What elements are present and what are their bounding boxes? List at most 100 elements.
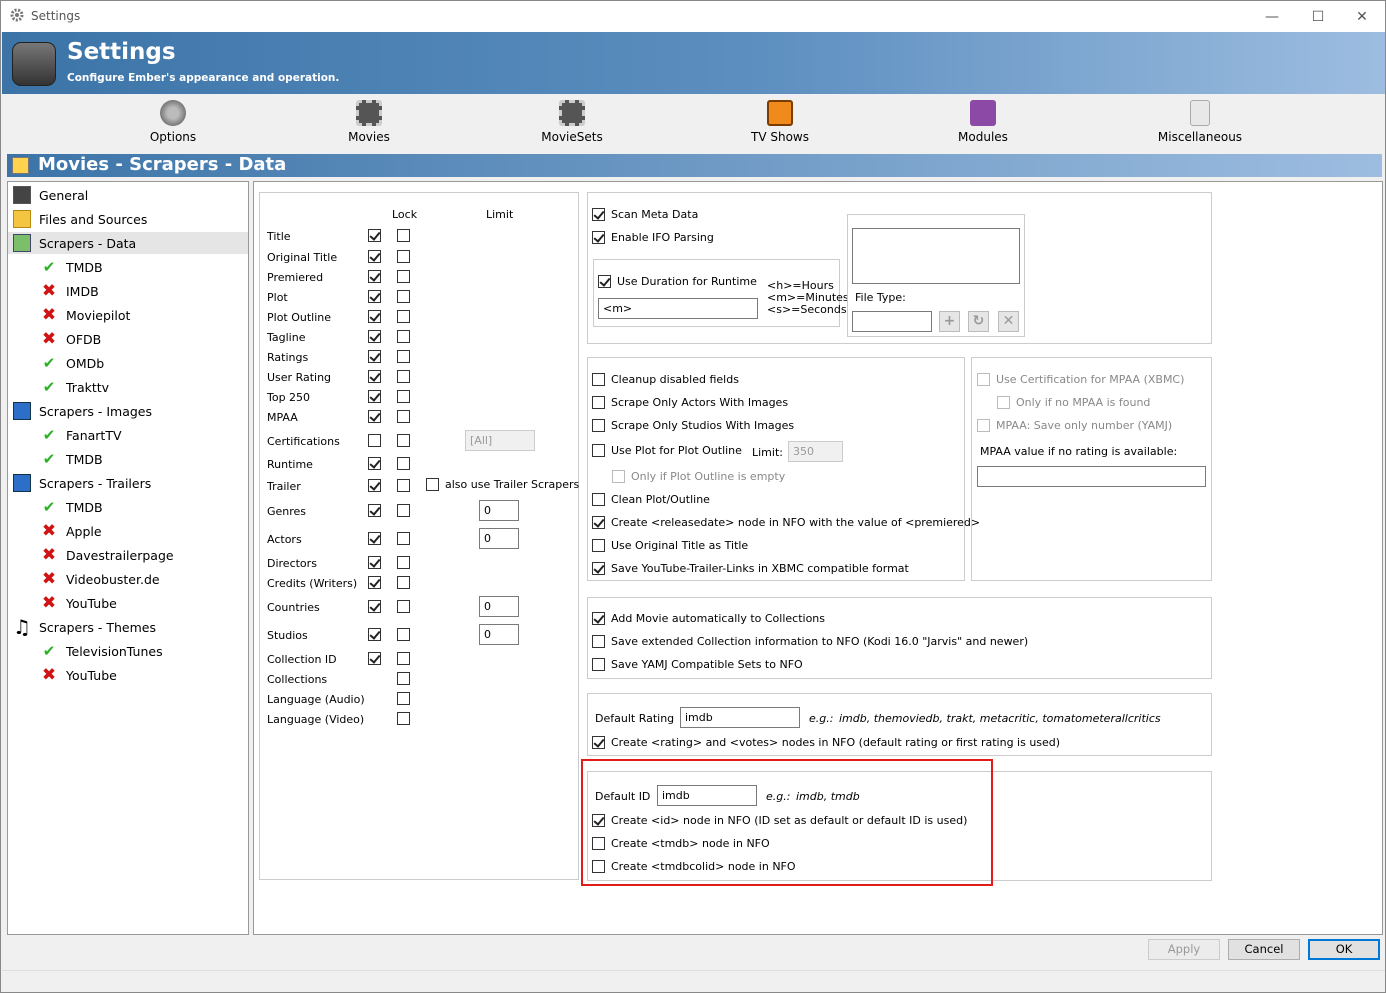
tree-item[interactable]: ✖ Apple [8, 520, 248, 542]
field-lock-checkbox[interactable] [397, 457, 410, 470]
field-lock-checkbox[interactable] [397, 576, 410, 589]
filetype-list[interactable] [852, 228, 1020, 284]
tree-item[interactable]: ✖ OFDB [8, 328, 248, 350]
tree-item[interactable]: ✖ Videobuster.de [8, 568, 248, 590]
collection-option-checkbox[interactable] [592, 635, 605, 648]
field-enabled-checkbox[interactable] [368, 390, 381, 403]
minimize-button[interactable]: — [1249, 1, 1295, 32]
collection-option-checkbox[interactable] [592, 612, 605, 625]
tree-item[interactable]: Scrapers - Data [8, 232, 248, 254]
toolbar-options[interactable]: Options [143, 100, 203, 144]
misc-option-checkbox[interactable] [612, 470, 625, 483]
create-rating-votes-checkbox[interactable] [592, 736, 605, 749]
field-enabled-checkbox[interactable] [368, 479, 381, 492]
close-button[interactable]: ✕ [1339, 1, 1385, 32]
misc-option-checkbox[interactable] [592, 444, 605, 457]
countries-limit-input[interactable]: 0 [479, 596, 519, 617]
use-certification-mpaa-checkbox[interactable] [977, 373, 990, 386]
field-enabled-checkbox[interactable] [368, 504, 381, 517]
field-lock-checkbox[interactable] [397, 410, 410, 423]
ok-button[interactable]: OK [1308, 939, 1380, 960]
toolbar-modules[interactable]: Modules [943, 100, 1023, 144]
scan-meta-data-checkbox[interactable] [592, 208, 605, 221]
enable-ifo-parsing-checkbox[interactable] [592, 231, 605, 244]
field-lock-checkbox[interactable] [397, 250, 410, 263]
field-lock-checkbox[interactable] [397, 370, 410, 383]
plot-limit-input[interactable]: 350 [788, 441, 843, 462]
misc-option-checkbox[interactable] [592, 516, 605, 529]
remove-icon[interactable]: ✕ [998, 311, 1019, 332]
default-rating-input[interactable]: imdb [680, 707, 800, 728]
actors-limit-input[interactable]: 0 [479, 528, 519, 549]
field-enabled-checkbox[interactable] [368, 250, 381, 263]
collection-option-checkbox[interactable] [592, 658, 605, 671]
toolbar-miscellaneous[interactable]: Miscellaneous [1150, 100, 1250, 144]
tree-item[interactable]: ✖ YouTube [8, 592, 248, 614]
apply-button[interactable]: Apply [1148, 939, 1220, 960]
toolbar-tvshows[interactable]: TV Shows [740, 100, 820, 144]
field-lock-checkbox[interactable] [397, 310, 410, 323]
tree-item[interactable]: ✔ OMDb [8, 352, 248, 374]
field-lock-checkbox[interactable] [397, 350, 410, 363]
field-enabled-checkbox[interactable] [368, 350, 381, 363]
duration-format-input[interactable]: <m> [598, 298, 758, 319]
tree-item[interactable]: ✖ YouTube [8, 664, 248, 686]
field-enabled-checkbox[interactable] [368, 600, 381, 613]
also-trailer-scrapers-checkbox[interactable] [426, 478, 439, 491]
field-enabled-checkbox[interactable] [368, 310, 381, 323]
use-duration-runtime-checkbox[interactable] [598, 275, 611, 288]
misc-option-checkbox[interactable] [592, 493, 605, 506]
toolbar-movies[interactable]: Movies [339, 100, 399, 144]
field-enabled-checkbox[interactable] [368, 532, 381, 545]
field-lock-checkbox[interactable] [397, 692, 410, 705]
field-lock-checkbox[interactable] [397, 330, 410, 343]
tree-item[interactable]: ✔ TelevisionTunes [8, 640, 248, 662]
field-lock-checkbox[interactable] [397, 390, 410, 403]
misc-option-checkbox[interactable] [592, 562, 605, 575]
tree-item[interactable]: ✖ Moviepilot [8, 304, 248, 326]
field-enabled-checkbox[interactable] [368, 556, 381, 569]
studios-limit-input[interactable]: 0 [479, 624, 519, 645]
file-type-input[interactable] [852, 311, 932, 332]
field-enabled-checkbox[interactable] [368, 410, 381, 423]
tree-item[interactable]: Scrapers - Images [8, 400, 248, 422]
tree-item[interactable]: Scrapers - Trailers [8, 472, 248, 494]
field-lock-checkbox[interactable] [397, 290, 410, 303]
field-lock-checkbox[interactable] [397, 532, 410, 545]
field-enabled-checkbox[interactable] [368, 457, 381, 470]
tree-item[interactable]: ✔ Trakttv [8, 376, 248, 398]
field-enabled-checkbox[interactable] [368, 628, 381, 641]
field-lock-checkbox[interactable] [397, 556, 410, 569]
field-enabled-checkbox[interactable] [368, 290, 381, 303]
field-enabled-checkbox[interactable] [368, 270, 381, 283]
tree-item[interactable]: ✔ TMDB [8, 496, 248, 518]
field-enabled-checkbox[interactable] [368, 370, 381, 383]
tree-item[interactable]: ✔ TMDB [8, 448, 248, 470]
maximize-button[interactable]: ☐ [1295, 1, 1341, 32]
field-enabled-checkbox[interactable] [368, 229, 381, 242]
field-lock-checkbox[interactable] [397, 600, 410, 613]
mpaa-value-input[interactable] [977, 466, 1206, 487]
add-icon[interactable]: + [939, 311, 960, 332]
field-lock-checkbox[interactable] [397, 628, 410, 641]
field-lock-checkbox[interactable] [397, 270, 410, 283]
misc-option-checkbox[interactable] [592, 396, 605, 409]
misc-option-checkbox[interactable] [592, 539, 605, 552]
misc-option-checkbox[interactable] [592, 373, 605, 386]
field-enabled-checkbox[interactable] [368, 330, 381, 343]
tree-item[interactable]: ✖ Davestrailerpage [8, 544, 248, 566]
field-lock-checkbox[interactable] [397, 434, 410, 447]
toolbar-moviesets[interactable]: MovieSets [532, 100, 612, 144]
tree-item[interactable]: Files and Sources [8, 208, 248, 230]
field-lock-checkbox[interactable] [397, 712, 410, 725]
mpaa-save-only-number-checkbox[interactable] [977, 419, 990, 432]
tree-item[interactable]: ♫ Scrapers - Themes [8, 616, 248, 638]
tree-item[interactable]: ✔ TMDB [8, 256, 248, 278]
field-lock-checkbox[interactable] [397, 479, 410, 492]
tree-item[interactable]: ✖ IMDB [8, 280, 248, 302]
misc-option-checkbox[interactable] [592, 419, 605, 432]
only-if-no-mpaa-checkbox[interactable] [997, 396, 1010, 409]
field-lock-checkbox[interactable] [397, 229, 410, 242]
tree-item[interactable]: General [8, 184, 248, 206]
tree-item[interactable]: ✔ FanartTV [8, 424, 248, 446]
